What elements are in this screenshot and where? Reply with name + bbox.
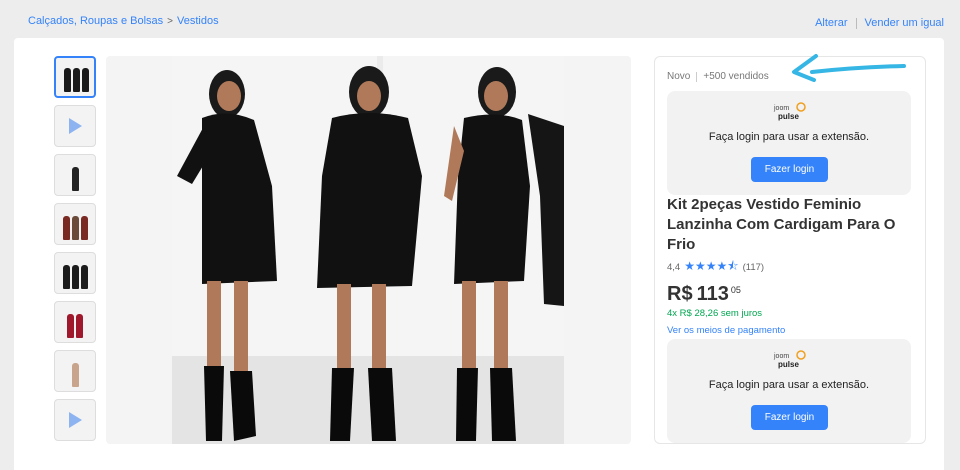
price-currency: R$ xyxy=(667,283,693,305)
thumbnail-figure xyxy=(80,216,88,240)
main-image-area[interactable] xyxy=(106,56,631,444)
extension-message: Faça login para usar a extensão. xyxy=(708,379,870,391)
thumbnail-list xyxy=(54,56,96,448)
product-photo-illustration xyxy=(172,56,564,444)
play-video-icon xyxy=(69,118,82,134)
purchase-panel: Novo +500 vendidos joom pulse Faça login… xyxy=(654,56,926,444)
thumbnail-7[interactable] xyxy=(54,350,96,392)
thumbnail-4[interactable] xyxy=(54,203,96,245)
thumbnail-figure xyxy=(63,68,71,92)
installments-info: 4x R$ 28,26 sem juros xyxy=(667,308,763,319)
top-links: Alterar Vender um igual xyxy=(815,17,944,29)
joom-pulse-logo-graphic: joom pulse xyxy=(773,350,806,369)
joom-pulse-logo: joom pulse xyxy=(770,101,810,121)
login-button[interactable]: Fazer login xyxy=(751,157,828,182)
breadcrumb-item-category[interactable]: Calçados, Roupas e Bolsas xyxy=(28,15,163,27)
product-card: Novo +500 vendidos joom pulse Faça login… xyxy=(14,38,944,470)
condition-line: Novo +500 vendidos xyxy=(667,71,769,82)
sell-similar-link[interactable]: Vender um igual xyxy=(865,17,945,29)
product-title: Kit 2peças Vestido Feminio Lanzinha Com … xyxy=(667,196,896,253)
thumbnail-figure xyxy=(71,216,79,240)
thumbnail-3[interactable] xyxy=(54,154,96,196)
thumbnail-figure xyxy=(62,216,70,240)
rating-score: 4,4 xyxy=(667,262,681,273)
login-button[interactable]: Fazer login xyxy=(751,405,828,430)
sold-count: +500 vendidos xyxy=(703,71,769,82)
price-whole: 113 xyxy=(696,283,729,305)
extension-widget-top: joom pulse Faça login para usar a extens… xyxy=(667,91,911,195)
joom-pulse-logo: joom pulse xyxy=(770,349,810,369)
rating[interactable]: 4,4 ★★★★⯪ (117) xyxy=(667,257,764,278)
price-cents: 05 xyxy=(730,285,741,295)
thumbnail-figure xyxy=(80,265,88,289)
annotation-arrow-icon xyxy=(792,54,906,82)
price: R$ 113 05 xyxy=(667,283,741,306)
svg-text:joom: joom xyxy=(773,105,789,112)
thumbnail-figure xyxy=(71,363,79,387)
thumbnail-2[interactable] xyxy=(54,105,96,147)
star-rating-icon: ★★★★⯪ xyxy=(684,259,739,273)
breadcrumb-separator: > xyxy=(167,15,173,27)
condition-label: Novo xyxy=(667,71,691,82)
thumbnail-5[interactable] xyxy=(54,252,96,294)
thumbnail-figure xyxy=(67,314,74,338)
thumbnail-figure xyxy=(76,314,83,338)
svg-text:joom: joom xyxy=(773,353,789,360)
breadcrumb-item-subcategory[interactable]: Vestidos xyxy=(177,15,219,27)
review-count: (117) xyxy=(742,262,765,273)
condition-divider xyxy=(696,71,698,82)
link-divider xyxy=(855,17,857,29)
thumbnail-figure xyxy=(81,68,89,92)
thumbnail-1[interactable] xyxy=(54,56,96,98)
thumbnail-figure xyxy=(71,265,79,289)
extension-message: Faça login para usar a extensão. xyxy=(708,131,870,143)
thumbnail-figure xyxy=(71,167,79,191)
play-video-icon xyxy=(69,412,82,428)
svg-text:pulse: pulse xyxy=(778,360,799,369)
joom-pulse-logo-graphic: joom pulse xyxy=(773,102,806,121)
extension-widget-bottom: joom pulse Faça login para usar a extens… xyxy=(667,339,911,443)
svg-text:pulse: pulse xyxy=(778,112,799,121)
payment-methods-link[interactable]: Ver os meios de pagamento xyxy=(667,325,785,336)
top-bar: Calçados, Roupas e Bolsas > Vestidos Alt… xyxy=(0,0,960,38)
change-link[interactable]: Alterar xyxy=(815,17,847,29)
thumbnail-figure xyxy=(72,68,80,92)
thumbnail-figure xyxy=(62,265,70,289)
breadcrumb: Calçados, Roupas e Bolsas > Vestidos xyxy=(28,15,219,27)
product-photo xyxy=(172,56,564,444)
thumbnail-6[interactable] xyxy=(54,301,96,343)
thumbnail-8[interactable] xyxy=(54,399,96,441)
